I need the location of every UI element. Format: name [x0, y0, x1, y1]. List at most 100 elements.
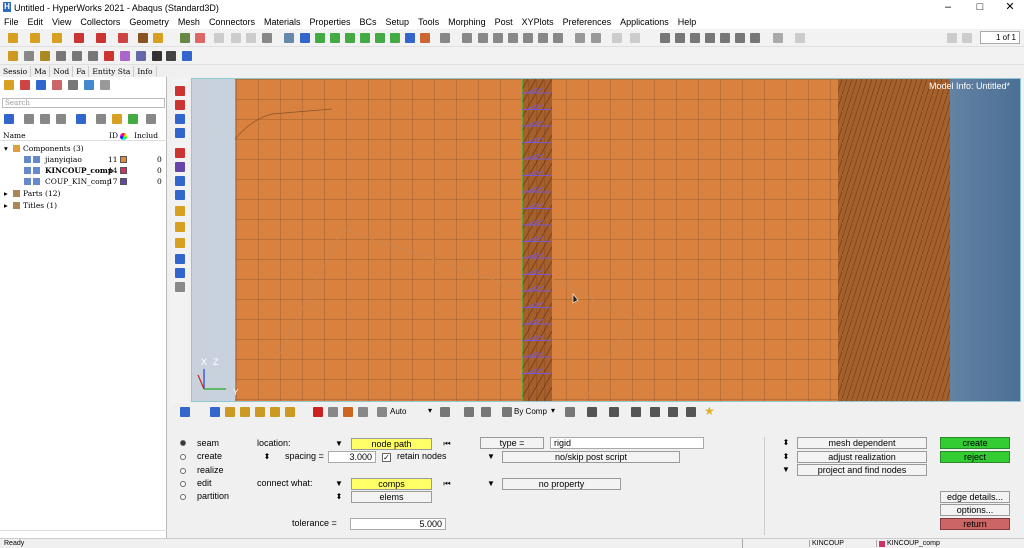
- screen-capture-icon[interactable]: [668, 407, 678, 417]
- v-tool-11-icon[interactable]: [175, 238, 185, 248]
- color-swatch[interactable]: [120, 156, 127, 163]
- cut-icon[interactable]: [575, 33, 585, 43]
- spacing-field[interactable]: 3.000: [328, 451, 376, 463]
- geometry-display-icon[interactable]: [587, 407, 597, 417]
- browser-splitter[interactable]: [0, 530, 167, 538]
- display-2-icon[interactable]: [225, 407, 235, 417]
- show-icon[interactable]: [36, 80, 46, 90]
- menu-collectors[interactable]: Collectors: [80, 17, 120, 27]
- zoom-out-icon[interactable]: [478, 33, 488, 43]
- v-tool-6-icon[interactable]: [175, 162, 185, 172]
- by-comp-icon[interactable]: [502, 407, 512, 417]
- radio-edit-label[interactable]: edit: [197, 478, 212, 489]
- blank-icon-2[interactable]: [231, 33, 241, 43]
- visibility-icon[interactable]: [33, 178, 40, 185]
- view-back-icon[interactable]: [390, 33, 400, 43]
- export-icon[interactable]: [52, 33, 62, 43]
- menu-geometry[interactable]: Geometry: [129, 17, 169, 27]
- create-button[interactable]: create: [940, 437, 1010, 449]
- grid-icon[interactable]: [180, 33, 190, 43]
- v-tool-10-icon[interactable]: [175, 222, 185, 232]
- menu-properties[interactable]: Properties: [309, 17, 350, 27]
- function-tool-icon[interactable]: [152, 51, 162, 61]
- expand-icon[interactable]: ▸: [4, 188, 8, 199]
- col-id[interactable]: ID: [109, 131, 118, 140]
- menu-post[interactable]: Post: [495, 17, 513, 27]
- tab-node[interactable]: Nod: [50, 66, 74, 77]
- solid-tool-icon[interactable]: [56, 51, 66, 61]
- close-button[interactable]: ✕: [995, 0, 1024, 15]
- create-icon[interactable]: [4, 114, 14, 124]
- menu-file[interactable]: File: [4, 17, 19, 27]
- tab-model[interactable]: Ma: [31, 66, 51, 77]
- by-comp-label[interactable]: By Comp: [514, 407, 547, 416]
- radio-partition[interactable]: [180, 494, 186, 500]
- session-browser-icon[interactable]: [4, 80, 14, 90]
- hide-icon[interactable]: [52, 80, 62, 90]
- zoom-in-icon[interactable]: [462, 33, 472, 43]
- sigma-tool-icon[interactable]: [166, 51, 176, 61]
- radio-seam[interactable]: [180, 440, 186, 446]
- col-name[interactable]: Name: [3, 131, 26, 140]
- blank-icon-3[interactable]: [246, 33, 256, 43]
- menu-bcs[interactable]: BCs: [360, 17, 377, 27]
- shade-icon[interactable]: [464, 407, 474, 417]
- flag-icon[interactable]: [128, 114, 138, 124]
- return-button[interactable]: return: [940, 518, 1010, 530]
- color-icon[interactable]: [76, 114, 86, 124]
- graphics-viewport[interactable]: Model Info: Untitled* X Z Y: [191, 78, 1021, 402]
- model-tool-icon[interactable]: [182, 51, 192, 61]
- undo-icon[interactable]: [74, 33, 84, 43]
- menu-setup[interactable]: Setup: [386, 17, 410, 27]
- spacing-toggle-icon[interactable]: ⬍: [256, 451, 278, 463]
- import-icon[interactable]: [30, 33, 40, 43]
- radio-edit[interactable]: [180, 481, 186, 487]
- window-layout-4-icon[interactable]: [705, 33, 715, 43]
- project-dropdown-icon[interactable]: ▼: [775, 464, 797, 476]
- retain-nodes-label[interactable]: retain nodes: [397, 451, 447, 462]
- window-layout-7-icon[interactable]: [750, 33, 760, 43]
- redo-view-icon[interactable]: [795, 33, 805, 43]
- v-tool-7-icon[interactable]: [175, 176, 185, 186]
- redo-icon[interactable]: [96, 33, 106, 43]
- mesh-tool-icon[interactable]: [136, 51, 146, 61]
- post-script-dropdown-icon[interactable]: ▼: [480, 451, 502, 463]
- type-button[interactable]: type =: [480, 437, 544, 449]
- tab-session[interactable]: Sessio: [0, 66, 32, 77]
- v-tool-8-icon[interactable]: [175, 190, 185, 200]
- tree-row-jianyiqiao[interactable]: jianyiqiao 11 0: [0, 154, 167, 165]
- menu-xyplots[interactable]: XYPlots: [522, 17, 554, 27]
- rotate-left-icon[interactable]: [300, 33, 310, 43]
- tree-row-kincoup[interactable]: KINCOUP_comp 14 0: [0, 165, 167, 176]
- zoom-icon[interactable]: [284, 33, 294, 43]
- edit-icon[interactable]: [24, 114, 34, 124]
- adjust-realization-toggle-icon[interactable]: ⬍: [775, 451, 797, 463]
- folder-icon[interactable]: [112, 114, 122, 124]
- menu-preferences[interactable]: Preferences: [563, 17, 612, 27]
- node-path-reset-icon[interactable]: ⏮: [436, 438, 458, 450]
- session-icon[interactable]: [153, 33, 163, 43]
- radio-partition-label[interactable]: partition: [197, 491, 229, 502]
- comps-dropdown-icon[interactable]: ▼: [328, 478, 350, 490]
- next-page-icon[interactable]: [962, 33, 972, 43]
- menu-connectors[interactable]: Connectors: [209, 17, 255, 27]
- v-tool-5-icon[interactable]: [175, 148, 185, 158]
- spin-icon[interactable]: [553, 33, 563, 43]
- menu-tools[interactable]: Tools: [418, 17, 439, 27]
- adjust-realization-button[interactable]: adjust realization: [797, 451, 927, 463]
- menu-materials[interactable]: Materials: [264, 17, 301, 27]
- type-field[interactable]: rigid: [550, 437, 704, 449]
- arrow-lr-icon[interactable]: [523, 33, 533, 43]
- display-1-icon[interactable]: [210, 407, 220, 417]
- window-layout-1-icon[interactable]: [660, 33, 670, 43]
- tree-components[interactable]: ▾ Components (3): [0, 143, 167, 154]
- arrow-ud-icon[interactable]: [538, 33, 548, 43]
- view-persp-icon[interactable]: [420, 33, 430, 43]
- property-dropdown-icon[interactable]: ▼: [480, 478, 502, 490]
- visibility-icon[interactable]: [33, 156, 40, 163]
- element-display-icon[interactable]: [631, 407, 641, 417]
- radio-realize[interactable]: [180, 468, 186, 474]
- reverse-mask-icon[interactable]: [343, 407, 353, 417]
- by-comp-dropdown-icon[interactable]: ▾: [551, 406, 555, 415]
- tree-row-coup-kin[interactable]: COUP_KIN_comp 17 0: [0, 176, 167, 187]
